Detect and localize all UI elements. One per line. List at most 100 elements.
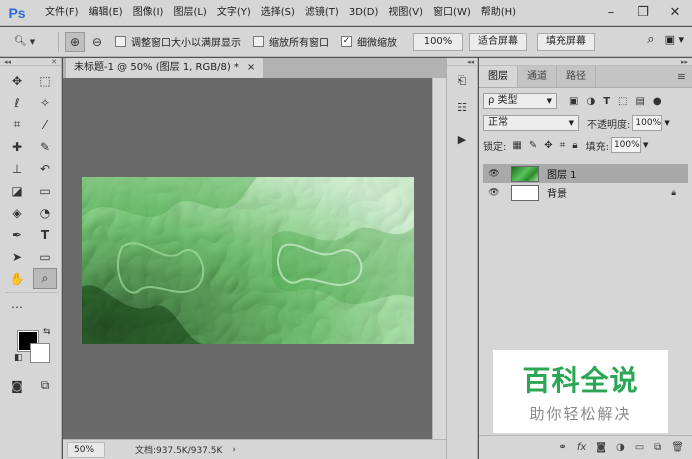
panel-menu-icon[interactable]: ≡: [677, 70, 686, 83]
smart-object-filter-icon[interactable]: ▤: [635, 96, 644, 107]
minimize-icon[interactable]: –: [602, 3, 620, 21]
panel-grip[interactable]: ◂◂: [447, 58, 477, 66]
actions-panel-icon[interactable]: ▶: [449, 128, 475, 150]
history-brush-tool-icon[interactable]: ↶: [33, 158, 57, 179]
close-icon[interactable]: ✕: [666, 3, 684, 21]
quick-mask-icon[interactable]: ◙: [5, 375, 29, 396]
filter-toggle-icon[interactable]: ●: [653, 96, 662, 107]
panel-grip[interactable]: ▸▸: [479, 58, 692, 66]
menu-help[interactable]: 帮助(H): [476, 0, 521, 26]
zoom-out-button[interactable]: ⊖: [87, 32, 107, 52]
resize-windows-checkbox[interactable]: 调整窗口大小以满屏显示: [115, 34, 241, 49]
marquee-tool-icon[interactable]: ⬚: [33, 70, 57, 91]
brush-tool-icon[interactable]: ✎: [33, 136, 57, 157]
tab-layers[interactable]: 图层: [479, 66, 518, 87]
pixel-filter-icon[interactable]: ▣: [569, 96, 578, 107]
properties-panel-icon[interactable]: ☷: [449, 96, 475, 118]
rectangle-tool-icon[interactable]: ▭: [33, 246, 57, 267]
menu-view[interactable]: 视图(V): [383, 0, 428, 26]
search-icon[interactable]: ⌕: [647, 32, 654, 47]
healing-brush-tool-icon[interactable]: ✚: [5, 136, 29, 157]
gradient-tool-icon[interactable]: ▭: [33, 180, 57, 201]
document-canvas-area[interactable]: [63, 78, 432, 439]
trash-icon[interactable]: 🗑︎: [671, 442, 684, 453]
more-tools-icon[interactable]: ⋯: [5, 296, 29, 317]
zoom-value-button[interactable]: 100%: [413, 32, 463, 51]
menu-window[interactable]: 窗口(W): [428, 0, 476, 26]
visibility-eye-icon[interactable]: 👁︎: [487, 169, 501, 179]
artboard-lock-icon[interactable]: ⌗: [560, 140, 566, 151]
chevron-down-icon[interactable]: ▼: [664, 119, 669, 127]
group-icon[interactable]: ▭: [635, 442, 644, 453]
move-tool-icon[interactable]: ✥: [5, 70, 29, 91]
layer-row[interactable]: 👁︎ 背景 🔒︎: [483, 183, 688, 202]
type-tool-icon[interactable]: T: [33, 224, 57, 245]
lock-transparent-icon[interactable]: ▦: [512, 140, 521, 151]
background-color-swatch[interactable]: [30, 343, 50, 363]
menu-image[interactable]: 图像(I): [128, 0, 169, 26]
layer-thumbnail: [511, 165, 539, 182]
magic-wand-tool-icon[interactable]: ✧: [33, 92, 57, 113]
menu-type[interactable]: 文字(Y): [212, 0, 256, 26]
status-menu-arrow[interactable]: ›: [232, 445, 236, 455]
menu-select[interactable]: 选择(S): [256, 0, 300, 26]
mask-icon[interactable]: ◙: [596, 442, 606, 453]
fill-screen-button[interactable]: 填充屏幕: [537, 32, 595, 51]
menu-filter[interactable]: 滤镜(T): [300, 0, 344, 26]
default-colors-icon[interactable]: ◧: [14, 353, 23, 363]
swap-colors-icon[interactable]: ⇆: [43, 327, 51, 337]
visibility-eye-icon[interactable]: 👁︎: [487, 188, 501, 198]
zoom-tool-icon[interactable]: ⌕: [33, 268, 57, 289]
fit-screen-button[interactable]: 适合屏幕: [469, 32, 527, 51]
panel-grip[interactable]: ◂◂ ✕: [0, 58, 61, 66]
fill-label: 填充:: [585, 141, 609, 153]
document-tab[interactable]: 未标题-1 @ 50% (图层 1, RGB/8) * ×: [66, 58, 264, 78]
hand-tool-icon[interactable]: ✋: [5, 268, 29, 289]
new-layer-icon[interactable]: ⧉: [654, 442, 661, 453]
lock-all-icon[interactable]: 🔒︎: [572, 140, 577, 151]
layer-thumbnail: [511, 184, 539, 201]
scrubby-zoom-label: 细微缩放: [357, 38, 397, 49]
layer-row[interactable]: 👁︎ 图层 1: [483, 164, 688, 183]
dodge-tool-icon[interactable]: ◔: [33, 202, 57, 223]
adjustment-filter-icon[interactable]: ◑: [586, 96, 595, 107]
history-panel-icon[interactable]: ⎗: [449, 70, 475, 92]
lock-paint-icon[interactable]: ✎: [529, 140, 537, 151]
fx-icon[interactable]: fx: [577, 442, 586, 453]
stamp-tool-icon[interactable]: ⊥: [5, 158, 29, 179]
pen-tool-icon[interactable]: ✒: [5, 224, 29, 245]
workspace-icon[interactable]: ▣ ▾: [665, 33, 684, 46]
vertical-scrollbar[interactable]: [432, 78, 446, 439]
menu-edit[interactable]: 编辑(E): [84, 0, 128, 26]
chevron-down-icon[interactable]: ▼: [643, 141, 648, 149]
menu-3d[interactable]: 3D(D): [344, 0, 384, 26]
shape-filter-icon[interactable]: ⬚: [618, 96, 627, 107]
type-filter-icon[interactable]: T: [603, 96, 610, 107]
menu-file[interactable]: 文件(F): [40, 0, 84, 26]
scrubby-zoom-checkbox[interactable]: ✓ 细微缩放: [341, 34, 397, 49]
tool-preset-picker[interactable]: 🔍︎ ▼: [14, 31, 52, 53]
close-tab-icon[interactable]: ×: [247, 58, 255, 78]
path-select-tool-icon[interactable]: ➤: [5, 246, 29, 267]
eraser-tool-icon[interactable]: ◪: [5, 180, 29, 201]
crop-tool-icon[interactable]: ⌗: [5, 114, 29, 135]
fill-field[interactable]: 100%: [610, 137, 641, 153]
tab-paths[interactable]: 路径: [557, 66, 596, 87]
tab-channels[interactable]: 通道: [518, 66, 557, 87]
zoom-in-button[interactable]: ⊕: [65, 31, 85, 52]
blend-mode-select[interactable]: 正常 ▼: [483, 115, 579, 131]
restore-icon[interactable]: ❐: [634, 3, 652, 21]
filter-kind-select[interactable]: ρ 类型 ▼: [483, 93, 557, 109]
menu-layer[interactable]: 图层(L): [168, 0, 211, 26]
lasso-tool-icon[interactable]: ℓ: [5, 92, 29, 113]
adjustment-icon[interactable]: ◑: [616, 442, 625, 453]
status-zoom-field[interactable]: 50%: [67, 441, 105, 458]
link-icon[interactable]: ⚭: [558, 442, 566, 453]
blur-tool-icon[interactable]: ◈: [5, 202, 29, 223]
eyedropper-tool-icon[interactable]: ⁄: [33, 114, 57, 135]
screen-mode-icon[interactable]: ⧉: [33, 375, 57, 396]
mode-tools: ◙ ⧉: [0, 371, 61, 400]
zoom-all-checkbox[interactable]: 缩放所有窗口: [253, 34, 329, 49]
lock-position-icon[interactable]: ✥: [544, 140, 552, 151]
opacity-field[interactable]: 100%: [632, 115, 663, 131]
